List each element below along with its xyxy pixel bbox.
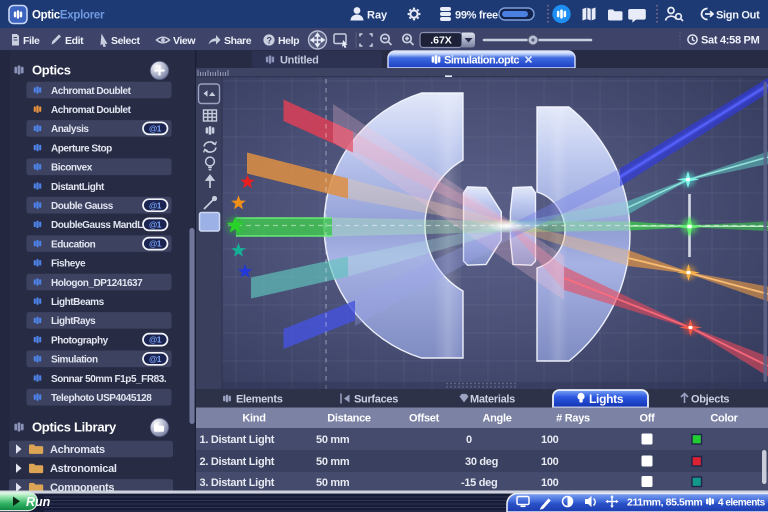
- svg-text:50 mm: 50 mm: [316, 434, 350, 446]
- svg-text:Off: Off: [640, 413, 656, 425]
- svg-text:Select: Select: [111, 35, 140, 47]
- svg-text:# Rays: # Rays: [556, 413, 590, 425]
- svg-text:Color: Color: [710, 413, 738, 425]
- svg-text:Analysis: Analysis: [51, 124, 89, 135]
- svg-text:LightRays: LightRays: [51, 316, 96, 327]
- svg-text:Fisheye: Fisheye: [51, 259, 86, 270]
- svg-text:4 elements: 4 elements: [718, 498, 766, 509]
- svg-text:Run: Run: [26, 495, 51, 509]
- svg-text:50 mm: 50 mm: [316, 477, 350, 489]
- svg-text:Angle: Angle: [482, 413, 511, 425]
- svg-text:Share: Share: [224, 35, 252, 47]
- svg-text:Help: Help: [278, 35, 299, 47]
- svg-text:Distance: Distance: [327, 413, 371, 425]
- svg-text:Optics: Optics: [32, 63, 71, 78]
- svg-text:Sonnar 50mm F1p5_FR83.: Sonnar 50mm F1p5_FR83.: [51, 374, 167, 385]
- svg-text:Objects: Objects: [691, 394, 729, 406]
- svg-text:Double Gauss: Double Gauss: [51, 201, 114, 212]
- svg-text:Photography: Photography: [51, 335, 109, 346]
- svg-text:100: 100: [541, 477, 559, 489]
- svg-text:30 deg: 30 deg: [465, 456, 498, 468]
- svg-text:Simulation.optc: Simulation.optc: [444, 55, 519, 67]
- svg-text:OpticExplorer: OpticExplorer: [32, 10, 105, 22]
- svg-text:Hologon_DP1241637: Hologon_DP1241637: [51, 278, 143, 289]
- svg-text:View: View: [173, 35, 196, 47]
- svg-text:Education: Education: [51, 239, 96, 250]
- svg-text:Lights: Lights: [589, 392, 624, 406]
- svg-text:Elements: Elements: [236, 394, 283, 406]
- svg-text:50 mm: 50 mm: [316, 456, 350, 468]
- svg-text:Untitled: Untitled: [280, 55, 319, 67]
- svg-text:DoubleGauss MandL.: DoubleGauss MandL.: [51, 220, 146, 231]
- svg-text:Biconvex: Biconvex: [51, 163, 93, 174]
- svg-text:.67X: .67X: [430, 35, 452, 47]
- svg-text:DistantLight: DistantLight: [51, 182, 105, 193]
- svg-text:3. Distant Light: 3. Distant Light: [200, 477, 275, 489]
- svg-text:Achromat Doublet: Achromat Doublet: [51, 105, 132, 116]
- svg-text:Offset: Offset: [409, 413, 440, 425]
- svg-text:1. Distant Light: 1. Distant Light: [200, 434, 275, 446]
- svg-text:Ray: Ray: [367, 10, 388, 22]
- svg-text:Simulation: Simulation: [51, 355, 98, 366]
- svg-text:Sign Out: Sign Out: [716, 10, 760, 22]
- svg-text:100: 100: [541, 434, 559, 446]
- svg-text:LightBeams: LightBeams: [51, 297, 105, 308]
- svg-text:Astronomical: Astronomical: [50, 463, 117, 475]
- svg-text:@1: @1: [149, 124, 162, 134]
- svg-text:99% free: 99% free: [455, 10, 498, 22]
- svg-text:Aperture Stop: Aperture Stop: [51, 143, 112, 154]
- svg-text:Surfaces: Surfaces: [354, 394, 398, 406]
- svg-text:Materials: Materials: [470, 394, 515, 406]
- svg-text:0: 0: [466, 434, 472, 446]
- svg-text:Telephoto USP4045128: Telephoto USP4045128: [51, 393, 152, 404]
- svg-text:Sat 4:58 PM: Sat 4:58 PM: [701, 35, 760, 47]
- svg-text:100: 100: [541, 456, 559, 468]
- svg-text:File: File: [23, 35, 40, 47]
- svg-text:211mm, 85.5mm: 211mm, 85.5mm: [627, 497, 702, 509]
- svg-text:2. Distant Light: 2. Distant Light: [200, 456, 275, 468]
- svg-text:Achromat Doublet: Achromat Doublet: [51, 86, 132, 97]
- svg-text:?: ?: [266, 35, 271, 45]
- svg-text:Kind: Kind: [242, 413, 265, 425]
- svg-text:Edit: Edit: [65, 35, 84, 47]
- svg-text:Optics Library: Optics Library: [32, 420, 117, 435]
- svg-text:-15 deg: -15 deg: [461, 477, 497, 489]
- svg-text:Achromats: Achromats: [50, 444, 105, 456]
